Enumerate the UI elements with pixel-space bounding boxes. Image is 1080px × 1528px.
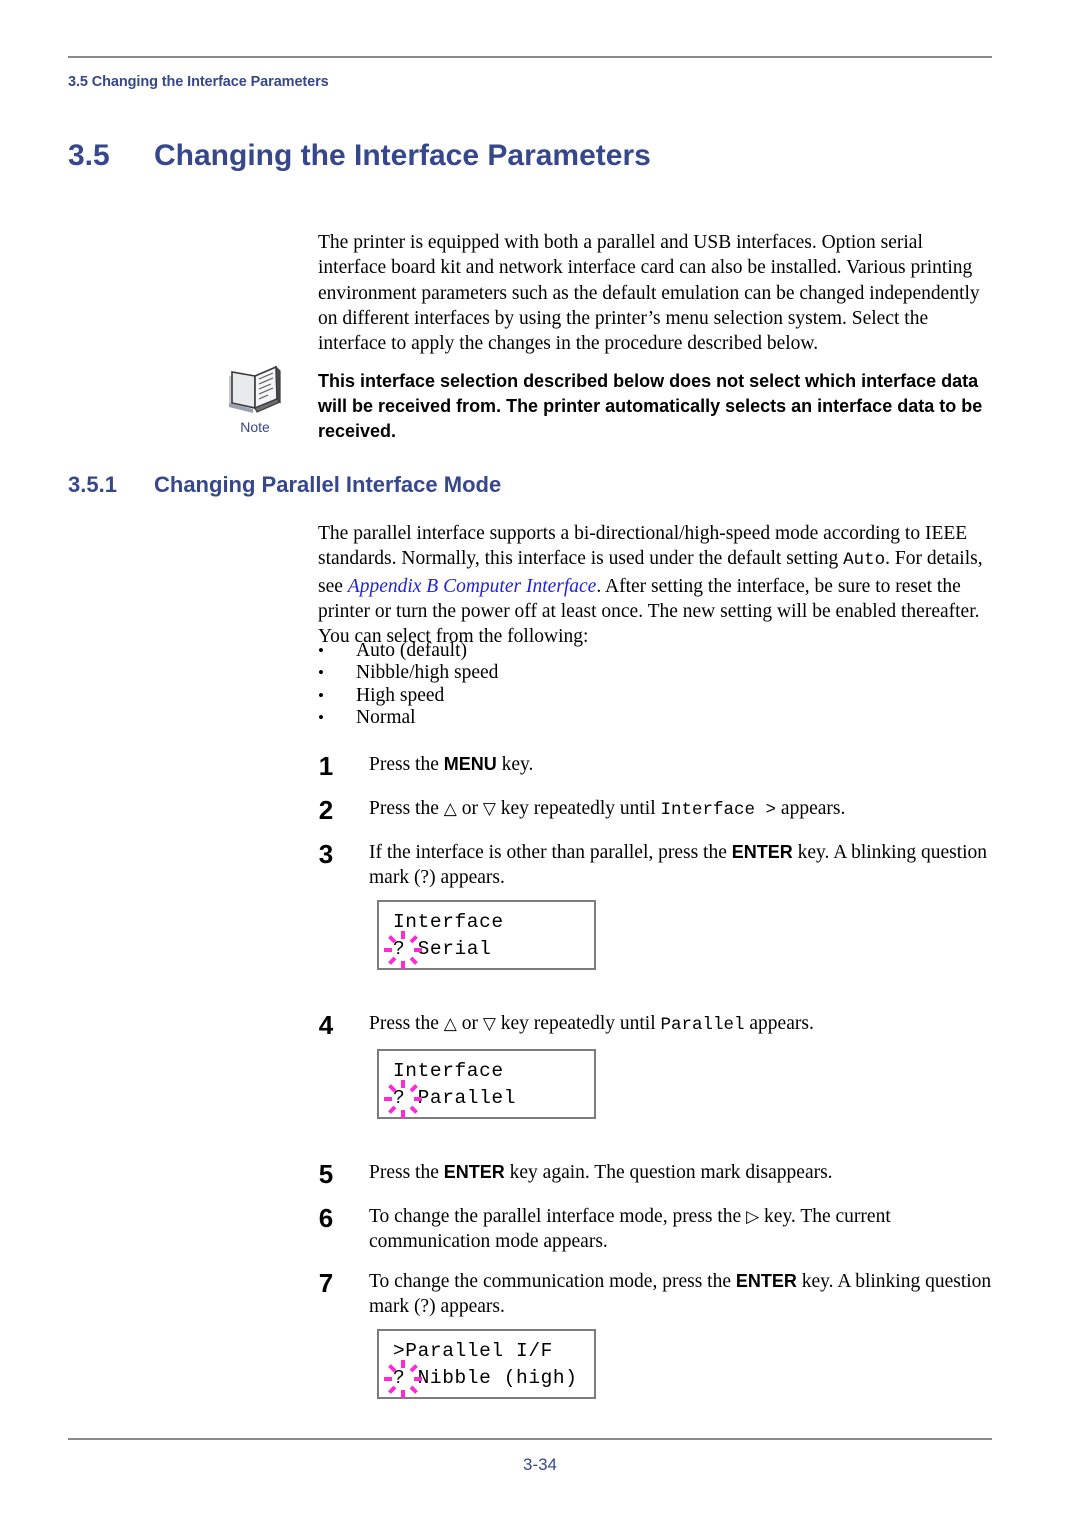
page-title: 3.5 Changing the Interface Parameters xyxy=(68,139,992,173)
step-text-pre: To change the communication mode, press … xyxy=(369,1271,736,1292)
step-text-tail: appears. xyxy=(776,798,846,819)
lcd-line-2: ? Parallel xyxy=(393,1087,517,1109)
step-number: 5 xyxy=(318,1159,334,1189)
step-text-pre: Press the xyxy=(369,754,444,775)
subsection-number: 3.5.1 xyxy=(68,472,117,497)
lcd-display-3: >Parallel I/F ? Nibble (high) xyxy=(377,1329,596,1399)
note-book-icon xyxy=(229,365,282,413)
arrow-down-icon: ▽ xyxy=(482,1014,496,1033)
list-item-label: Normal xyxy=(356,707,416,729)
subsection-default-value: Auto xyxy=(843,550,886,571)
step-text-pre: Press the xyxy=(369,798,444,819)
running-header: 3.5 Changing the Interface Parameters xyxy=(68,74,329,90)
step-2: 2 Press the △ or ▽ key repeatedly until … xyxy=(300,796,992,823)
step-number: 1 xyxy=(318,751,334,781)
step-text: Press the △ or ▽ key repeatedly until In… xyxy=(352,796,992,823)
step-text-pre: Press the xyxy=(369,1013,444,1034)
menu-key-label: MENU xyxy=(443,754,497,774)
step-text: If the interface is other than parallel,… xyxy=(352,840,992,891)
step-text-post: key. xyxy=(496,754,534,775)
subsection-paragraph: The parallel interface supports a bi-dir… xyxy=(318,521,990,649)
lcd-line-2: ? Nibble (high) xyxy=(393,1367,578,1389)
intro-paragraph: The printer is equipped with both a para… xyxy=(318,232,980,355)
step-text-pre: If the interface is other than parallel,… xyxy=(369,842,732,863)
menu-value-interface: Interface > xyxy=(660,800,777,820)
step-text-tail: appears. xyxy=(744,1013,814,1034)
section-title-text: Changing the Interface Parameters xyxy=(154,139,651,172)
step-text-mid: or xyxy=(456,1013,483,1034)
list-item-label: High speed xyxy=(356,684,445,706)
step-text-post: key again. The question mark disappears. xyxy=(504,1162,833,1183)
lcd-line-1: Interface xyxy=(393,1060,504,1082)
lcd-display-2: Interface ? Parallel xyxy=(377,1049,596,1119)
list-item-label: Auto (default) xyxy=(356,640,468,661)
subsection-title: 3.5.1 Changing Parallel Interface Mode xyxy=(68,472,992,498)
step-4: 4 Press the △ or ▽ key repeatedly until … xyxy=(300,1011,992,1038)
list-item-label: Nibble/high speed xyxy=(356,662,499,684)
step-text: Press the ENTER key again. The question … xyxy=(352,1160,992,1185)
mode-options-list: • Auto (default) • Nibble/high speed • H… xyxy=(318,640,990,730)
list-item: • High speed xyxy=(318,685,990,707)
lcd-line-1: >Parallel I/F xyxy=(393,1340,553,1362)
list-item: • Normal xyxy=(318,707,990,729)
step-5: 5 Press the ENTER key again. The questio… xyxy=(300,1159,992,1189)
step-7: 7 To change the communication mode, pres… xyxy=(300,1269,992,1320)
note-label: Note xyxy=(240,419,270,435)
step-text: To change the parallel interface mode, p… xyxy=(352,1204,992,1255)
step-text-mid: or xyxy=(456,798,483,819)
step-text: To change the communication mode, press … xyxy=(352,1269,992,1320)
subsection-title-text: Changing Parallel Interface Mode xyxy=(154,472,502,497)
list-item: • Nibble/high speed xyxy=(318,662,990,684)
arrow-down-icon: ▽ xyxy=(482,799,496,818)
lcd-display-1: Interface ? Serial xyxy=(377,900,596,970)
step-text-post: key repeatedly until xyxy=(495,798,661,819)
arrow-right-icon: ▷ xyxy=(746,1207,760,1226)
appendix-b-link[interactable]: Appendix B Computer Interface xyxy=(348,576,597,597)
step-6: 6 To change the parallel interface mode,… xyxy=(300,1204,992,1255)
arrow-up-icon: △ xyxy=(443,1014,457,1033)
enter-key-label: ENTER xyxy=(731,842,793,862)
step-text-post: key repeatedly until xyxy=(495,1013,661,1034)
arrow-up-icon: △ xyxy=(443,799,457,818)
step-3: 3 If the interface is other than paralle… xyxy=(300,840,992,891)
lcd-line-1: Interface xyxy=(393,911,504,933)
bullet-icon: • xyxy=(318,641,324,660)
enter-key-label: ENTER xyxy=(735,1271,797,1291)
footer-rule xyxy=(68,1438,992,1440)
enter-key-label: ENTER xyxy=(443,1162,505,1182)
note-callout-icon-group: Note xyxy=(219,363,291,435)
step-text: Press the MENU key. xyxy=(352,752,992,777)
bullet-icon: • xyxy=(318,708,324,728)
section-number: 3.5 xyxy=(68,139,110,172)
step-text-pre: Press the xyxy=(369,1162,444,1183)
note-text: This interface selection described below… xyxy=(318,371,983,441)
step-1: 1 Press the MENU key. xyxy=(300,751,992,781)
bullet-icon: • xyxy=(318,663,324,683)
header-rule xyxy=(68,56,992,58)
menu-value-parallel: Parallel xyxy=(660,1015,745,1035)
step-text: Press the △ or ▽ key repeatedly until Pa… xyxy=(352,1011,992,1038)
step-number: 3 xyxy=(318,839,334,869)
step-number: 4 xyxy=(318,1010,334,1040)
bullet-icon: • xyxy=(318,685,324,705)
step-number: 7 xyxy=(318,1268,334,1298)
document-page: 3.5 Changing the Interface Parameters 3.… xyxy=(0,0,1080,1528)
list-item: • Auto (default) xyxy=(318,640,990,662)
step-number: 6 xyxy=(318,1203,334,1233)
step-number: 2 xyxy=(318,795,334,825)
lcd-line-2: ? Serial xyxy=(393,938,492,960)
step-text-pre: To change the parallel interface mode, p… xyxy=(369,1206,747,1227)
page-number: 3-34 xyxy=(522,1455,558,1474)
